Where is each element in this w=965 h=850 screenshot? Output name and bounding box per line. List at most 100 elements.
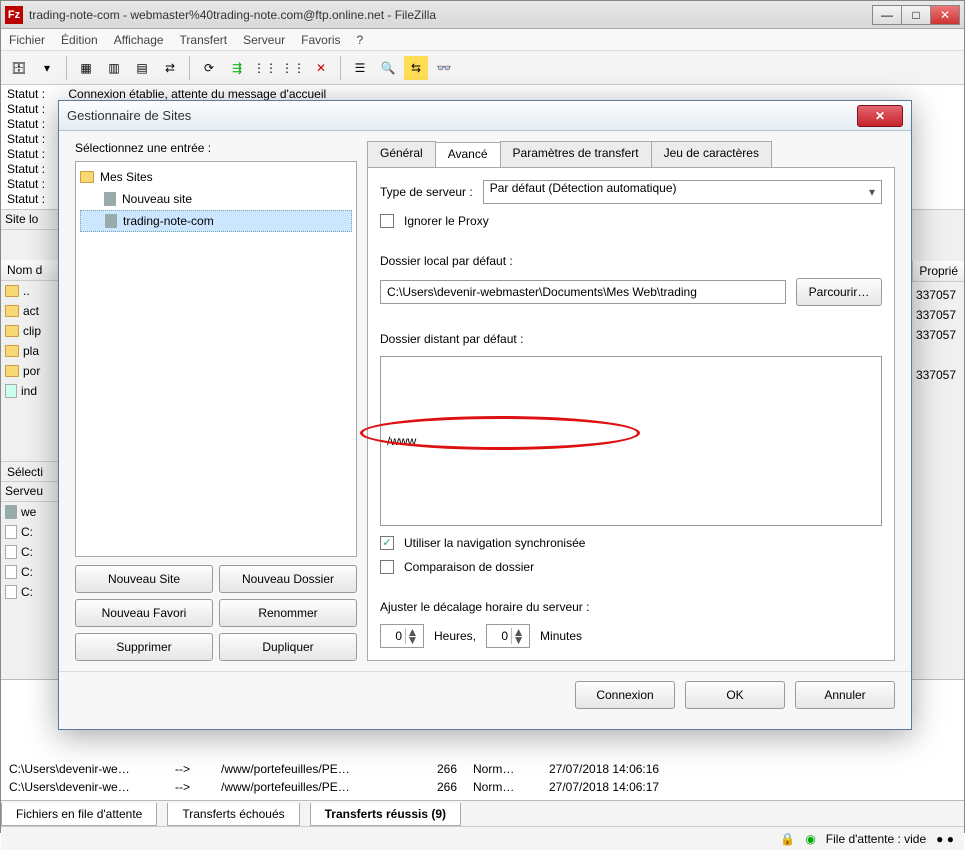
folder-icon <box>5 305 19 317</box>
tab-general[interactable]: Général <box>367 141 436 167</box>
toggle-remote-icon[interactable]: ▤ <box>130 56 154 80</box>
server-label: Serveu <box>1 482 60 502</box>
menu-serveur[interactable]: Serveur <box>243 33 285 47</box>
list-item[interactable]: pla <box>1 341 60 361</box>
sync-browse-icon[interactable]: 👓 <box>432 56 456 80</box>
cancel-button[interactable]: Annuler <box>795 681 895 709</box>
list-item[interactable]: por <box>1 361 60 381</box>
hours-label: Heures, <box>434 629 476 643</box>
file-icon <box>5 565 17 579</box>
tab-charset[interactable]: Jeu de caractères <box>651 141 772 167</box>
search-icon[interactable]: 🔍 <box>376 56 400 80</box>
rename-button[interactable]: Renommer <box>219 599 357 627</box>
minutes-label: Minutes <box>540 629 582 643</box>
main-titlebar: Fz trading-note-com - webmaster%40tradin… <box>1 1 964 29</box>
server-icon <box>5 505 17 519</box>
menubar: Fichier Édition Affichage Transfert Serv… <box>1 29 964 51</box>
toggle-queue-icon[interactable]: ⇄ <box>158 56 182 80</box>
ignore-proxy-checkbox[interactable] <box>380 214 394 228</box>
toggle-local-icon[interactable]: ▥ <box>102 56 126 80</box>
dialog-title: Gestionnaire de Sites <box>67 108 857 123</box>
reconnect-icon[interactable]: ✕ <box>309 56 333 80</box>
browse-button[interactable]: Parcourir… <box>796 278 882 306</box>
local-dir-input[interactable] <box>380 280 786 304</box>
tab-queue-files[interactable]: Fichiers en file d'attente <box>1 803 157 826</box>
menu-fichier[interactable]: Fichier <box>9 33 45 47</box>
compare-checkbox[interactable] <box>380 560 394 574</box>
menu-affichage[interactable]: Affichage <box>114 33 164 47</box>
list-item[interactable]: .. <box>1 281 60 301</box>
dialog-close-button[interactable]: ✕ <box>857 105 903 127</box>
folder-icon <box>5 345 19 357</box>
sites-tree[interactable]: Mes Sites Nouveau site trading-note-com <box>75 161 357 557</box>
selection-label: Sélecti <box>1 461 60 482</box>
server-icon <box>105 214 117 228</box>
file-icon <box>5 525 17 539</box>
dialog-titlebar: Gestionnaire de Sites ✕ <box>59 101 911 131</box>
tree-entry-trading[interactable]: trading-note-com <box>80 210 352 232</box>
menu-favoris[interactable]: Favoris <box>301 33 340 47</box>
sync-nav-checkbox[interactable] <box>380 536 394 550</box>
new-folder-button[interactable]: Nouveau Dossier <box>219 565 357 593</box>
hours-spinner[interactable]: ▲▼ <box>380 624 424 648</box>
server-type-combo[interactable]: Par défaut (Détection automatique) <box>483 180 882 204</box>
queue-tabs: Fichiers en file d'attente Transferts éc… <box>1 800 964 826</box>
local-site-label: Site lo <box>1 210 60 230</box>
app-logo-icon: Fz <box>5 6 23 24</box>
disconnect-icon[interactable]: ⋮⋮ <box>281 56 305 80</box>
ignore-proxy-label: Ignorer le Proxy <box>404 214 489 228</box>
file-icon <box>5 545 17 559</box>
tab-transfer-settings[interactable]: Paramètres de transfert <box>500 141 652 167</box>
list-item[interactable]: C: <box>1 582 60 602</box>
remote-dir-label: Dossier distant par défaut : <box>380 332 882 346</box>
statusbar: 🔒 ◉ File d'attente : vide ● ● <box>1 826 964 850</box>
maximize-button[interactable]: □ <box>901 5 931 25</box>
refresh-icon[interactable]: ⟳ <box>197 56 221 80</box>
folder-icon <box>5 285 19 297</box>
queue-row[interactable]: C:\Users\devenir-we… --> /www/portefeuil… <box>1 760 964 778</box>
site-manager-icon[interactable]: 🗄 <box>7 56 31 80</box>
tree-root[interactable]: Mes Sites <box>80 166 352 188</box>
remote-col-prop[interactable]: Proprié <box>912 261 964 282</box>
toolbar: 🗄 ▾ ▦ ▥ ▤ ⇄ ⟳ ⇶ ⋮⋮ ⋮⋮ ✕ ☰ 🔍 ⇆ 👓 <box>1 51 964 85</box>
local-col-name[interactable]: Nom d <box>1 260 60 281</box>
list-item[interactable]: clip <box>1 321 60 341</box>
ok-button[interactable]: OK <box>685 681 785 709</box>
server-icon <box>104 192 116 206</box>
tab-failed[interactable]: Transferts échoués <box>167 803 299 826</box>
tab-advanced[interactable]: Avancé <box>435 142 501 168</box>
menu-help[interactable]: ? <box>357 33 364 47</box>
list-item[interactable]: ind <box>1 381 60 401</box>
dropdown-icon[interactable]: ▾ <box>35 56 59 80</box>
local-pane: Site lo Nom d .. act clip pla por ind Sé… <box>1 210 61 679</box>
cancel-icon[interactable]: ⋮⋮ <box>253 56 277 80</box>
list-item[interactable]: act <box>1 301 60 321</box>
minimize-button[interactable]: — <box>872 5 902 25</box>
process-queue-icon[interactable]: ⇶ <box>225 56 249 80</box>
toggle-log-icon[interactable]: ▦ <box>74 56 98 80</box>
list-item[interactable]: C: <box>1 562 60 582</box>
tab-success[interactable]: Transferts réussis (9) <box>310 803 461 826</box>
local-dir-label: Dossier local par défaut : <box>380 254 882 268</box>
remote-dir-input[interactable] <box>380 356 882 526</box>
filter-icon[interactable]: ☰ <box>348 56 372 80</box>
list-item[interactable]: C: <box>1 542 60 562</box>
compare-icon[interactable]: ⇆ <box>404 56 428 80</box>
list-item[interactable]: C: <box>1 522 60 542</box>
minutes-spinner[interactable]: ▲▼ <box>486 624 530 648</box>
server-type-label: Type de serveur : <box>380 185 473 199</box>
new-bookmark-button[interactable]: Nouveau Favori <box>75 599 213 627</box>
queue-row[interactable]: C:\Users\devenir-we… --> /www/portefeuil… <box>1 778 964 796</box>
delete-button[interactable]: Supprimer <box>75 633 213 661</box>
menu-edition[interactable]: Édition <box>61 33 98 47</box>
close-button[interactable]: ✕ <box>930 5 960 25</box>
duplicate-button[interactable]: Dupliquer <box>219 633 357 661</box>
list-item[interactable]: we <box>1 502 60 522</box>
select-entry-label: Sélectionnez une entrée : <box>75 141 357 155</box>
queue-status: File d'attente : vide <box>826 832 926 846</box>
tree-entry-new[interactable]: Nouveau site <box>80 188 352 210</box>
connect-button[interactable]: Connexion <box>575 681 675 709</box>
folder-icon <box>5 325 19 337</box>
menu-transfert[interactable]: Transfert <box>180 33 228 47</box>
new-site-button[interactable]: Nouveau Site <box>75 565 213 593</box>
